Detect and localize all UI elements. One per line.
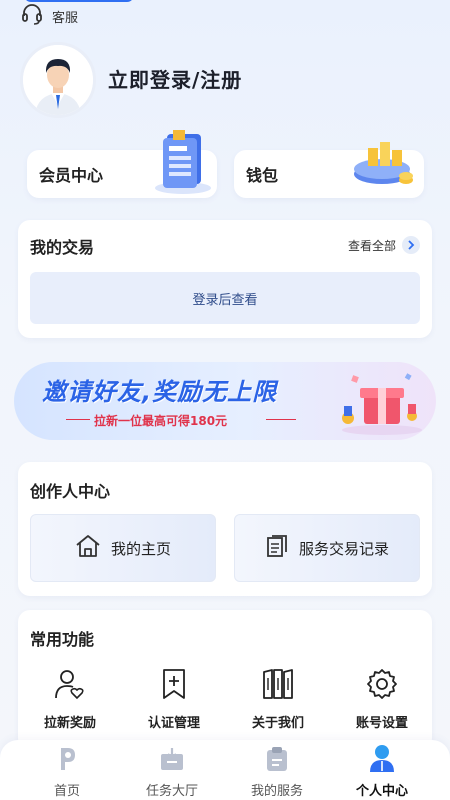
house-icon bbox=[75, 534, 101, 562]
invite-banner[interactable]: 邀请好友,奖励无上限 拉新一位最高可得180元 bbox=[14, 362, 436, 440]
bottom-tab-bar: 首页 任务大厅 我的服务 个人中心 bbox=[0, 740, 450, 800]
my-homepage-label: 我的主页 bbox=[110, 539, 171, 558]
tab-task-hall-label: 任务大厅 bbox=[145, 784, 198, 799]
referral-reward-item[interactable]: 拉新奖励 bbox=[30, 668, 110, 731]
my-homepage-button[interactable]: 我的主页 bbox=[30, 514, 216, 582]
login-to-view-box[interactable]: 登录后查看 bbox=[30, 272, 420, 324]
view-all-link[interactable]: 查看全部 bbox=[348, 236, 420, 254]
account-settings-label: 账号设置 bbox=[355, 716, 408, 731]
common-functions-card: 常用功能 拉新奖励 认证管理 关于我们 账号设置 bbox=[18, 610, 432, 750]
certification-item[interactable]: 认证管理 bbox=[134, 668, 214, 731]
top-bar: 客服 bbox=[0, 0, 450, 30]
home-logo-icon bbox=[55, 746, 79, 776]
book-icon bbox=[262, 668, 294, 704]
gift-box-icon bbox=[342, 373, 422, 435]
login-register-link[interactable]: 立即登录/注册 bbox=[108, 64, 242, 93]
member-center-card[interactable]: 会员中心 bbox=[27, 130, 217, 198]
view-all-label: 查看全部 bbox=[347, 238, 396, 253]
user-heart-icon bbox=[53, 668, 87, 704]
creator-center-card: 创作人中心 我的主页 服务交易记录 bbox=[18, 462, 432, 596]
transactions-title: 我的交易 bbox=[30, 238, 95, 257]
bookmark-plus-icon bbox=[159, 668, 189, 704]
certification-label: 认证管理 bbox=[147, 716, 200, 731]
wallet-card[interactable]: 钱包 bbox=[234, 142, 424, 198]
tab-home[interactable]: 首页 bbox=[22, 746, 112, 799]
wallet-label: 钱包 bbox=[246, 166, 279, 185]
banner-line-right bbox=[266, 419, 296, 420]
banner-line-left bbox=[66, 419, 90, 420]
banner-subtitle: 拉新一位最高可得180元 bbox=[94, 414, 228, 428]
task-box-icon bbox=[158, 746, 186, 776]
customer-service-label: 客服 bbox=[52, 10, 79, 26]
headset-icon bbox=[20, 2, 44, 30]
about-us-label: 关于我们 bbox=[251, 716, 304, 731]
creator-center-title: 创作人中心 bbox=[30, 482, 111, 501]
common-functions-title: 常用功能 bbox=[30, 630, 95, 649]
coins-icon bbox=[354, 142, 413, 184]
referral-reward-label: 拉新奖励 bbox=[43, 716, 96, 731]
profile-section[interactable]: 立即登录/注册 bbox=[20, 42, 430, 118]
transactions-card: 我的交易 查看全部 登录后查看 bbox=[18, 220, 432, 338]
tab-personal-center[interactable]: 个人中心 bbox=[337, 744, 427, 799]
tab-task-hall[interactable]: 任务大厅 bbox=[127, 746, 217, 799]
member-center-label: 会员中心 bbox=[39, 166, 104, 185]
gear-icon bbox=[366, 668, 398, 704]
banner-title: 邀请好友,奖励无上限 bbox=[42, 378, 278, 406]
service-records-button[interactable]: 服务交易记录 bbox=[234, 514, 420, 582]
person-icon bbox=[367, 744, 397, 776]
account-settings-item[interactable]: 账号设置 bbox=[342, 668, 422, 731]
chevron-right-icon bbox=[402, 236, 420, 254]
tab-my-services[interactable]: 我的服务 bbox=[232, 746, 322, 799]
tab-personal-center-label: 个人中心 bbox=[355, 784, 408, 799]
tab-my-services-label: 我的服务 bbox=[250, 784, 303, 799]
document-list-icon bbox=[265, 534, 289, 562]
tab-home-label: 首页 bbox=[53, 784, 80, 799]
login-to-view-label: 登录后查看 bbox=[192, 292, 258, 308]
customer-service-button[interactable]: 客服 bbox=[20, 2, 78, 30]
member-document-icon bbox=[155, 130, 211, 194]
about-us-item[interactable]: 关于我们 bbox=[238, 668, 318, 731]
service-records-label: 服务交易记录 bbox=[298, 539, 389, 558]
clipboard-icon bbox=[264, 746, 290, 776]
avatar[interactable] bbox=[20, 42, 96, 118]
